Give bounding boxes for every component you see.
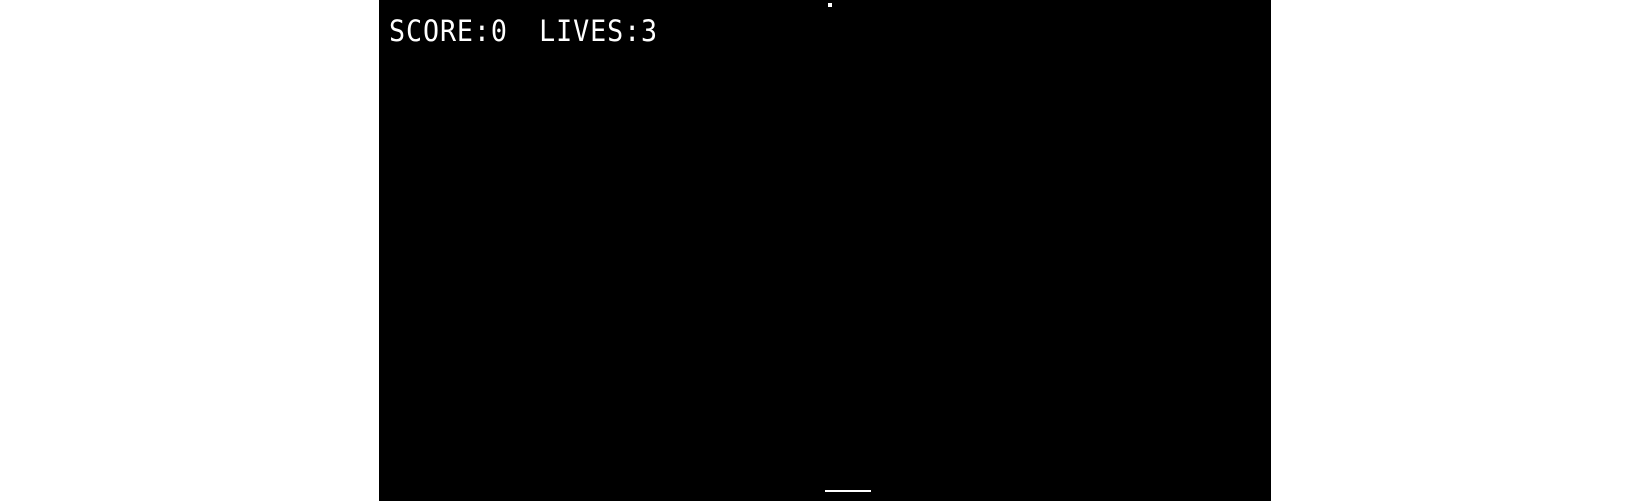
- ball: [828, 3, 832, 7]
- hud: SCORE:0 LIVES:3: [389, 17, 658, 46]
- score-display: SCORE:0: [389, 14, 508, 48]
- lives-display: LIVES:3: [539, 14, 659, 48]
- paddle[interactable]: [825, 490, 871, 492]
- game-playfield[interactable]: SCORE:0 LIVES:3: [379, 0, 1271, 501]
- page: SCORE:0 LIVES:3: [0, 0, 1650, 501]
